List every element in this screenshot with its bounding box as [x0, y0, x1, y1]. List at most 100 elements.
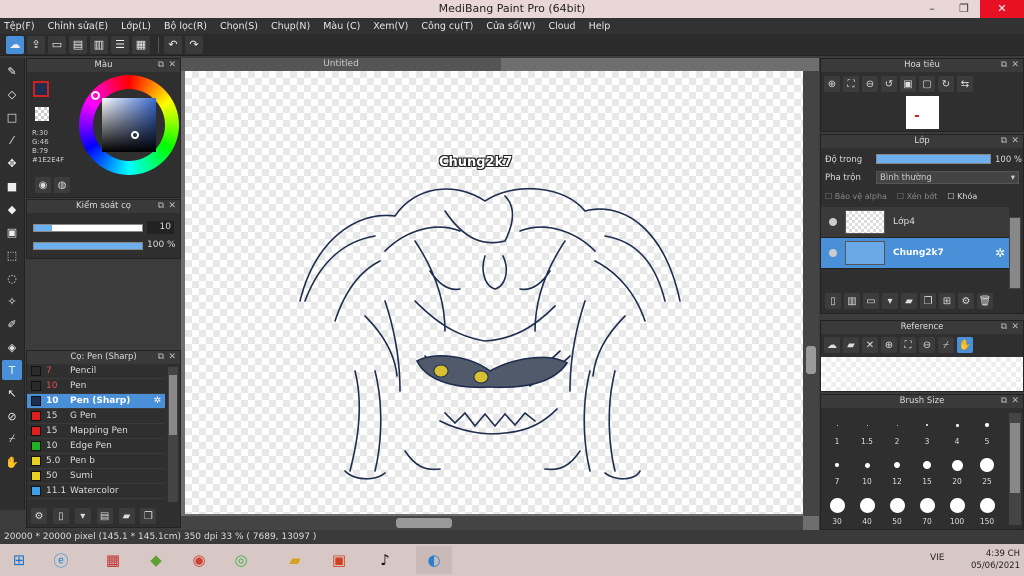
canvas-horizontal-scrollbar[interactable] — [181, 516, 803, 530]
select-rect-icon[interactable]: ⬚ — [2, 245, 22, 265]
merge-layer-icon[interactable]: ⊞ — [939, 293, 955, 309]
close-button[interactable]: ✕ — [980, 0, 1024, 18]
brush-size-value[interactable]: 10 — [147, 221, 174, 234]
grid-icon[interactable]: ▦ — [132, 35, 150, 54]
chat-icon[interactable]: ▭ — [48, 35, 66, 54]
canvas-vertical-thumb[interactable] — [806, 346, 816, 374]
tiktok-icon[interactable]: ♪ — [372, 548, 398, 572]
powerpoint-icon[interactable]: ▣ — [326, 548, 352, 572]
clipping-checkbox[interactable]: ☐ Xén bớt — [897, 192, 937, 201]
internet-explorer-icon[interactable]: ⓔ — [48, 548, 74, 572]
navigator-preview[interactable] — [906, 96, 939, 129]
layer-property-icon[interactable]: ⚙ — [958, 293, 974, 309]
bluestacks-icon[interactable]: ◆ — [143, 548, 169, 572]
add-brush-icon[interactable]: ⚙ — [31, 508, 47, 524]
brush-size-cell[interactable]: 2 — [883, 411, 911, 449]
cloud-icon[interactable]: ☁ — [6, 35, 24, 54]
language-indicator[interactable]: VIE — [930, 553, 945, 563]
canvas-vertical-scrollbar[interactable] — [803, 71, 819, 516]
visibility-icon[interactable] — [829, 249, 837, 257]
palette-icon[interactable]: ◉ ◍ — [35, 177, 73, 193]
redo-icon[interactable]: ↷ — [185, 35, 203, 54]
eyedropper-icon[interactable]: ⌿ — [938, 337, 954, 353]
brush-item[interactable]: 11.1 Watercolor — [27, 484, 165, 499]
brush-list-scrollbar[interactable] — [168, 367, 178, 502]
brush-settings-gear-icon[interactable]: ✲ — [153, 396, 161, 406]
brush-size-cell[interactable]: 100 — [943, 491, 971, 529]
popout-icon[interactable]: ⧉ — [158, 351, 164, 364]
blend-mode-select[interactable]: Bình thường ▾ — [876, 171, 1019, 184]
shape-tool-icon[interactable]: □ — [2, 107, 22, 127]
saturation-value-square[interactable] — [102, 98, 156, 152]
canvas-horizontal-thumb[interactable] — [396, 518, 452, 528]
brush-size-cell[interactable]: 5 — [973, 411, 1001, 449]
operation-tool-icon[interactable]: ↖ — [2, 383, 22, 403]
layer-settings-icon[interactable]: ✲ — [995, 246, 1005, 260]
zoom-out-icon[interactable]: ⊖ — [919, 337, 935, 353]
brush-copy-icon[interactable]: ❐ — [140, 508, 157, 524]
brush-size-cell[interactable]: 25 — [973, 451, 1001, 489]
menu-cloud[interactable]: Cloud — [548, 21, 575, 32]
brush-size-cell[interactable]: 15 — [913, 451, 941, 489]
fit-window-icon[interactable]: ▣ — [900, 76, 916, 92]
duplicate-layer-icon[interactable]: ❐ — [920, 293, 936, 309]
canvas[interactable]: Chung2k7 — [185, 71, 803, 514]
menu-select[interactable]: Chọn(S) — [220, 21, 258, 32]
zoom-fit-icon[interactable]: ⛶ — [900, 337, 916, 353]
layer-item[interactable]: Lớp4 — [821, 207, 1009, 238]
brush-folder-icon[interactable]: ▰ — [118, 508, 135, 524]
delete-layer-icon[interactable]: 🗑 — [977, 293, 993, 309]
eyedropper-icon[interactable]: ⌿ — [2, 429, 22, 449]
menu-help[interactable]: Help — [589, 21, 611, 32]
layers-scrollbar[interactable] — [1009, 217, 1021, 289]
gradient-tool-icon[interactable]: ▣ — [2, 222, 22, 242]
share-icon[interactable]: ⇪ — [27, 35, 45, 54]
cloud-download-icon[interactable]: ☁ — [824, 337, 840, 353]
brush-item[interactable]: 10 Pen — [27, 379, 165, 394]
zoom-out-icon[interactable]: ⊖ — [862, 76, 878, 92]
rectangle-tool-icon[interactable]: ■ — [2, 176, 22, 196]
brush-settings-icon[interactable]: ▤ — [96, 508, 113, 524]
brush-size-scrollbar[interactable] — [1009, 413, 1021, 525]
brush-menu-icon[interactable]: ▾ — [74, 508, 91, 524]
reference-canvas[interactable] — [821, 357, 1023, 391]
popout-icon[interactable]: ⧉ — [1001, 395, 1007, 408]
list-icon[interactable]: ☰ — [111, 35, 129, 54]
magic-wand-icon[interactable]: ✧ — [2, 291, 22, 311]
select-pen-icon[interactable]: ✐ — [2, 314, 22, 334]
flip-icon[interactable]: ⇆ — [957, 76, 973, 92]
select-eraser-icon[interactable]: ◈ — [2, 337, 22, 357]
secondary-color-swatch[interactable] — [35, 107, 49, 121]
new-1bit-layer-icon[interactable]: ▭ — [863, 293, 879, 309]
eraser-tool-icon[interactable]: ◇ — [2, 84, 22, 104]
lock-checkbox[interactable]: ☐ Khóa — [947, 192, 977, 201]
brush-item[interactable]: 15 G Pen — [27, 409, 165, 424]
popout-icon[interactable]: ⧉ — [1001, 321, 1007, 334]
dropper-icon[interactable]: ⊘ — [2, 406, 22, 426]
menu-snap[interactable]: Chụp(N) — [271, 21, 310, 32]
zoom-fit-icon[interactable]: ⛶ — [843, 76, 859, 92]
rotate-left-icon[interactable]: ↺ — [881, 76, 897, 92]
brush-size-cell[interactable]: 30 — [823, 491, 851, 529]
brush-item[interactable]: 10 Pen (Sharp) ✲ — [27, 394, 165, 409]
hue-wheel[interactable] — [79, 75, 179, 175]
close-panel-icon[interactable]: ✕ — [1011, 135, 1019, 148]
windows-start-icon[interactable]: ⊞ — [6, 548, 32, 572]
brush-size-cell[interactable]: 1 — [823, 411, 851, 449]
coccoc-icon[interactable]: ◎ — [228, 548, 254, 572]
brush-size-cell[interactable]: 7 — [823, 451, 851, 489]
close-panel-icon[interactable]: ✕ — [168, 59, 176, 72]
layer-folder-icon[interactable]: ▰ — [901, 293, 917, 309]
document-tab[interactable]: Untitled — [181, 58, 501, 71]
color-handle[interactable] — [131, 131, 139, 139]
new-halftone-layer-icon[interactable]: ▥ — [844, 293, 860, 309]
lasso-icon[interactable]: ◌ — [2, 268, 22, 288]
office-icon[interactable]: ▦ — [100, 548, 126, 572]
brush-size-cell[interactable]: 12 — [883, 451, 911, 489]
close-panel-icon[interactable]: ✕ — [1011, 321, 1019, 334]
close-reference-icon[interactable]: ✕ — [862, 337, 878, 353]
new-brush-icon[interactable]: ▯ — [52, 508, 69, 524]
menu-tools[interactable]: Công cụ(T) — [421, 21, 473, 32]
brush-size-cell[interactable]: 10 — [853, 451, 881, 489]
document-icon[interactable]: ▥ — [90, 35, 108, 54]
